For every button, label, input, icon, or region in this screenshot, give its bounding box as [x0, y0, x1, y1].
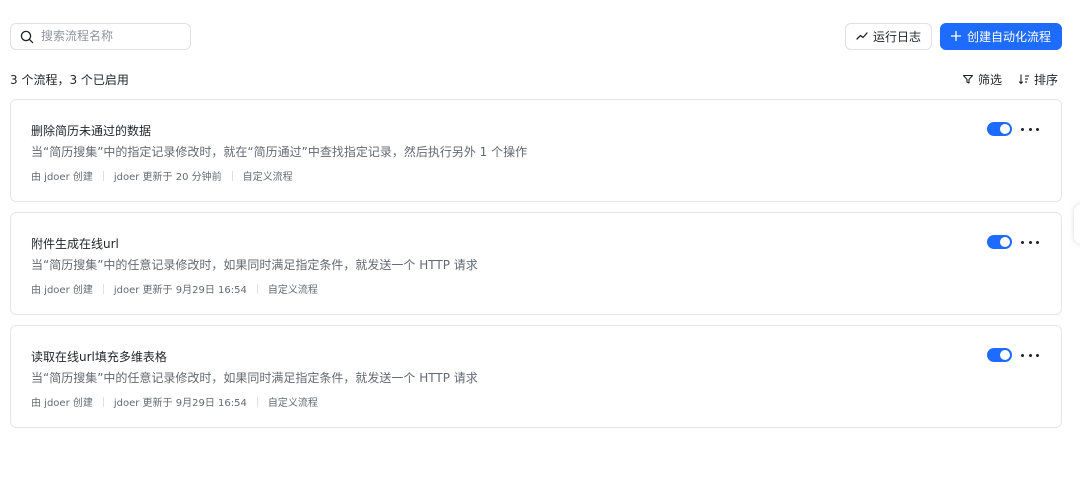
create-flow-label: 创建自动化流程 [966, 29, 1051, 44]
flow-meta: 由 jdoer 创建 jdoer 更新于 9月29日 16:54 自定义流程 [31, 281, 318, 296]
flow-type: 自定义流程 [267, 285, 318, 296]
filter-button[interactable]: 筛选 [962, 71, 1002, 88]
trend-line-icon [856, 30, 868, 42]
divider [256, 283, 258, 294]
flow-creator: 由 jdoer 创建 [31, 398, 93, 409]
more-horizontal-icon[interactable] [1021, 234, 1039, 250]
dot [1021, 127, 1024, 131]
toggle-knob [1000, 124, 1010, 134]
search-icon [20, 29, 34, 44]
flow-enabled-toggle[interactable] [987, 348, 1012, 362]
flow-title: 删除简历未通过的数据 [31, 124, 152, 138]
flow-title: 附件生成在线url [31, 237, 119, 251]
filter-label: 筛选 [977, 72, 1002, 87]
flow-type: 自定义流程 [267, 398, 318, 409]
flow-card[interactable]: 删除简历未通过的数据 当“简历搜集”中的指定记录修改时，就在“简历通过”中查找指… [10, 99, 1062, 202]
sort-icon [1018, 73, 1030, 85]
sort-button[interactable]: 排序 [1018, 71, 1058, 88]
flow-description: 当“简历搜集”中的任意记录修改时，如果同时满足指定条件，就发送一个 HTTP 请… [31, 258, 478, 272]
side-panel-handle[interactable] [1074, 204, 1080, 244]
dot [1036, 240, 1039, 244]
flow-card[interactable]: 附件生成在线url 当“简历搜集”中的任意记录修改时，如果同时满足指定条件，就发… [10, 212, 1062, 315]
top-actions: 运行日志 创建自动化流程 [844, 22, 1062, 50]
more-horizontal-icon[interactable] [1021, 121, 1039, 137]
dot [1036, 353, 1039, 357]
summary-row: 3 个流程，3 个已启用 筛选 排序 [10, 70, 1058, 88]
flow-updated: jdoer 更新于 20 分钟前 [113, 172, 222, 183]
plus-icon [950, 30, 962, 42]
flow-enabled-toggle[interactable] [987, 122, 1012, 136]
divider [102, 396, 104, 407]
search-box[interactable] [10, 22, 191, 50]
flow-enabled-toggle[interactable] [987, 235, 1012, 249]
dot [1021, 353, 1024, 357]
divider [102, 283, 104, 294]
flow-creator: 由 jdoer 创建 [31, 172, 93, 183]
flow-updated: jdoer 更新于 9月29日 16:54 [113, 398, 247, 409]
dot [1021, 240, 1024, 244]
flow-type: 自定义流程 [242, 172, 293, 183]
flow-meta: 由 jdoer 创建 jdoer 更新于 9月29日 16:54 自定义流程 [31, 394, 318, 409]
divider [102, 170, 104, 181]
dot [1036, 127, 1039, 131]
create-flow-button[interactable]: 创建自动化流程 [939, 22, 1062, 50]
flow-card[interactable]: 读取在线url填充多维表格 当“简历搜集”中的任意记录修改时，如果同时满足指定条… [10, 325, 1062, 428]
run-log-button[interactable]: 运行日志 [844, 22, 932, 50]
top-toolbar: 运行日志 创建自动化流程 [10, 22, 1062, 50]
more-horizontal-icon[interactable] [1021, 347, 1039, 363]
divider [231, 170, 233, 181]
search-input[interactable] [41, 29, 181, 43]
dot [1028, 127, 1032, 131]
divider [256, 396, 258, 407]
flow-description: 当“简历搜集”中的任意记录修改时，如果同时满足指定条件，就发送一个 HTTP 请… [31, 371, 478, 385]
list-tools: 筛选 排序 [962, 71, 1058, 88]
toggle-knob [1000, 237, 1010, 247]
flow-updated: jdoer 更新于 9月29日 16:54 [113, 285, 247, 296]
flow-count-summary: 3 个流程，3 个已启用 [10, 72, 129, 87]
flow-description: 当“简历搜集”中的指定记录修改时，就在“简历通过”中查找指定记录，然后执行另外 … [31, 145, 528, 159]
filter-icon [962, 73, 974, 85]
run-log-label: 运行日志 [872, 29, 921, 44]
dot [1028, 353, 1032, 357]
toggle-knob [1000, 350, 1010, 360]
dot [1028, 240, 1032, 244]
sort-label: 排序 [1033, 72, 1058, 87]
flow-title: 读取在线url填充多维表格 [31, 350, 167, 364]
flow-meta: 由 jdoer 创建 jdoer 更新于 20 分钟前 自定义流程 [31, 168, 293, 183]
flow-creator: 由 jdoer 创建 [31, 285, 93, 296]
